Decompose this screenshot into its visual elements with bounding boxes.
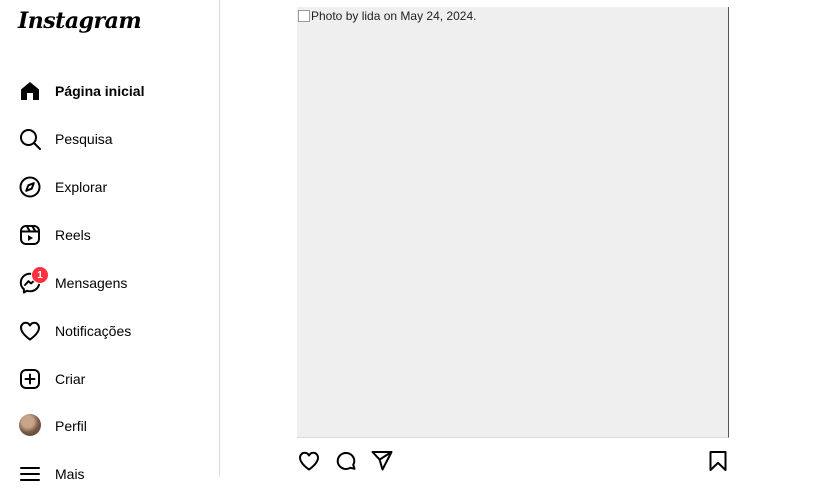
menu-icon <box>18 462 42 486</box>
compass-icon <box>18 175 42 199</box>
save-button[interactable] <box>706 449 730 473</box>
notification-badge: 1 <box>31 266 49 284</box>
sidebar-item-notifications[interactable]: Notificações <box>18 317 131 345</box>
sidebar-item-label: Reels <box>55 227 91 243</box>
broken-image-placeholder: Photo by lida on May 24, 2024. <box>298 9 476 23</box>
sidebar-item-explore[interactable]: Explorar <box>18 173 107 201</box>
sidebar-item-home[interactable]: Página inicial <box>18 77 144 105</box>
sidebar-item-label: Explorar <box>55 179 108 195</box>
sidebar-item-more[interactable]: Mais <box>18 460 85 488</box>
like-button[interactable] <box>297 449 321 473</box>
sidebar-item-create[interactable]: Criar <box>18 365 85 393</box>
heart-icon <box>297 449 321 473</box>
sidebar: Instagram Página inicial Pesquisa Explor… <box>0 0 220 482</box>
broken-image-icon <box>298 10 310 22</box>
share-button[interactable] <box>370 449 394 473</box>
sidebar-item-label: Pesquisa <box>55 131 113 147</box>
bookmark-icon <box>706 449 730 473</box>
sidebar-item-label: Perfil <box>55 418 87 434</box>
comment-icon <box>334 449 358 473</box>
home-icon <box>18 79 42 103</box>
sidebar-item-label: Página inicial <box>55 83 145 99</box>
post-image[interactable]: Photo by lida on May 24, 2024. <box>297 7 729 438</box>
sidebar-item-label: Criar <box>55 371 86 387</box>
sidebar-item-reels[interactable]: Reels <box>18 221 91 249</box>
messenger-icon: 1 <box>18 266 49 295</box>
comment-button[interactable] <box>334 449 358 473</box>
avatar-container <box>18 414 42 438</box>
sidebar-item-messages[interactable]: 1 Mensagens <box>18 266 128 297</box>
instagram-logo[interactable]: Instagram <box>18 8 142 34</box>
reels-icon <box>18 223 42 247</box>
share-icon <box>370 449 394 473</box>
post-image-alt-text: Photo by lida on May 24, 2024. <box>311 9 477 23</box>
sidebar-item-search[interactable]: Pesquisa <box>18 125 113 153</box>
avatar <box>19 414 41 436</box>
plus-square-icon <box>18 367 42 391</box>
sidebar-item-profile[interactable]: Perfil <box>18 412 87 440</box>
heart-icon <box>18 319 42 343</box>
search-icon <box>18 127 42 151</box>
sidebar-item-label: Mais <box>55 466 85 482</box>
sidebar-item-label: Mensagens <box>55 275 128 291</box>
sidebar-item-label: Notificações <box>55 323 132 339</box>
